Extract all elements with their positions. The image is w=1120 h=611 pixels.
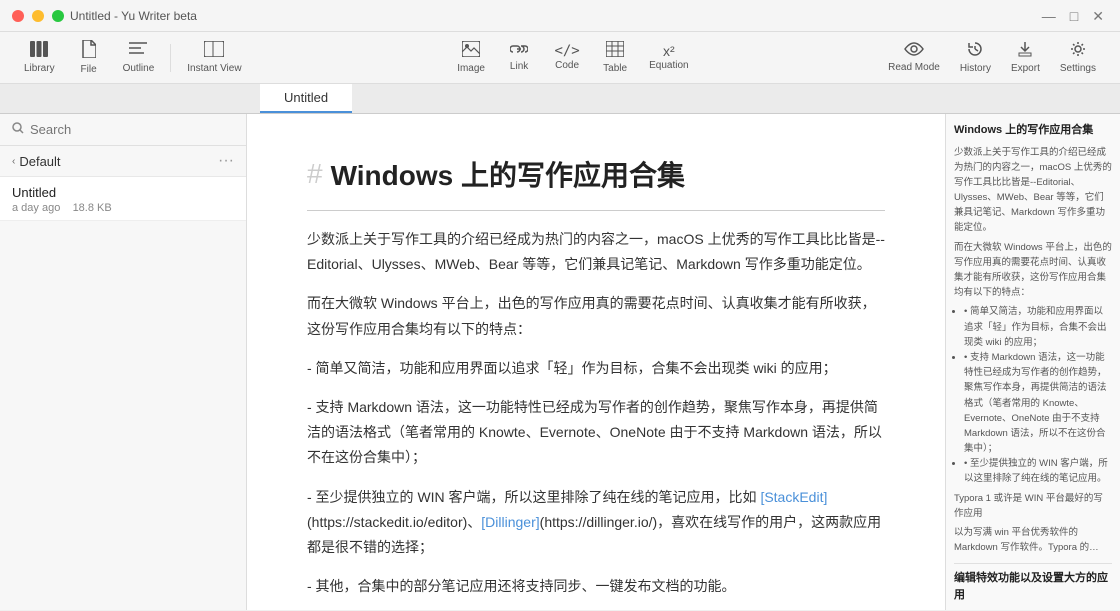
table-label: Table	[603, 63, 627, 74]
image-button[interactable]: Image	[449, 37, 493, 78]
export-label: Export	[1011, 63, 1040, 74]
right-panel-s2-li1: • 官方提供了官方材料，上传到 Excel 表格的功能，上传到 OneNote …	[964, 609, 1112, 610]
minimize-button[interactable]	[32, 10, 44, 22]
image-icon	[462, 41, 480, 61]
file-label: File	[81, 64, 97, 75]
toolbar-right: Read Mode History Export Settings	[880, 37, 1104, 78]
window-controls[interactable]	[12, 10, 64, 22]
right-panel-li2: • 支持 Markdown 语法，这一功能特性已经成为写作者的创作趋势，聚焦写作…	[964, 350, 1112, 456]
toolbar-left: Library File Outline Instant View	[16, 36, 250, 79]
stackedit-link[interactable]: [StackEdit]	[760, 489, 827, 505]
right-panel-list-1: • 简单又简洁，功能和应用界面以追求「轻」作为目标，合集不会出现类 wiki 的…	[954, 304, 1112, 486]
history-label: History	[960, 63, 991, 74]
chevron-icon: ‹	[12, 156, 15, 167]
link-label: Link	[510, 61, 528, 72]
app-title: Untitled - Yu Writer beta	[70, 9, 197, 23]
editor-content: # Windows 上的写作应用合集 少数派上关于写作工具的介绍已经成为热门的内…	[307, 154, 885, 610]
item-date: a day ago	[12, 202, 60, 214]
editor-heading-1: # Windows 上的写作应用合集	[307, 154, 885, 194]
sidebar-folder[interactable]: ‹ Default ···	[0, 146, 246, 177]
instant-view-icon	[204, 41, 224, 61]
search-input[interactable]	[30, 122, 234, 137]
outline-icon	[129, 41, 147, 61]
list-item[interactable]: Untitled a day ago 18.8 KB	[0, 177, 246, 221]
list-item-2: - 支持 Markdown 语法，这一功能特性已经成为写作者的创作趋势，聚焦写作…	[307, 395, 885, 471]
right-panel-p3: Typora 1 或许是 WIN 平台最好的写作应用	[954, 491, 1112, 521]
equation-button[interactable]: x² Equation	[641, 40, 696, 75]
export-icon	[1017, 41, 1033, 61]
right-panel-title: Windows 上的写作应用合集	[954, 122, 1112, 139]
win-minimize[interactable]: —	[1038, 7, 1060, 25]
tab-untitled[interactable]: Untitled	[260, 84, 352, 113]
editor-list: - 简单又简洁，功能和应用界面以追求「轻」作为目标，合集不会出现类 wiki 的…	[307, 356, 885, 600]
maximize-button[interactable]	[52, 10, 64, 22]
right-panel-section2-title: 编辑特效功能以及设置大方的应用	[954, 570, 1112, 603]
toolbar-center: Image Link </> Code Table x² Equation	[266, 37, 881, 78]
settings-label: Settings	[1060, 63, 1096, 74]
right-panel-p1: 少数派上关于写作工具的介绍已经成为热门的内容之一，macOS 上优秀的写作工具比…	[954, 145, 1112, 236]
list-item-4: - 其他，合集中的部分笔记应用还将支持同步、一键发布文档的功能。	[307, 574, 885, 599]
code-label: Code	[555, 60, 579, 71]
library-button[interactable]: Library	[16, 37, 63, 78]
file-button[interactable]: File	[67, 36, 111, 79]
title-bar: Untitled - Yu Writer beta — □ ✕	[0, 0, 1120, 32]
win-controls: — □ ✕	[1038, 7, 1108, 25]
win-maximize[interactable]: □	[1066, 7, 1082, 25]
editor-paragraph-2: 而在大微软 Windows 平台上，出色的写作应用真的需要花点时间、认真收集才能…	[307, 291, 885, 341]
read-mode-icon	[904, 42, 924, 60]
h1-hash: #	[307, 158, 323, 190]
more-icon[interactable]: ···	[218, 152, 234, 170]
toolbar: Library File Outline Instant View	[0, 32, 1120, 84]
link-button[interactable]: Link	[497, 39, 541, 76]
instant-view-button[interactable]: Instant View	[179, 37, 249, 78]
right-panel-li3: • 至少提供独立的 WIN 客户端，所以这里排除了纯在线的笔记应用。	[964, 456, 1112, 486]
export-button[interactable]: Export	[1003, 37, 1048, 78]
equation-label: Equation	[649, 60, 688, 71]
list-item-3: - 至少提供独立的 WIN 客户端，所以这里排除了纯在线的笔记应用，比如 [St…	[307, 485, 885, 561]
library-icon	[30, 41, 48, 61]
right-panel-p4: 以为写满 win 平台优秀软件的 Markdown 写作软件。Typora 的…	[954, 525, 1112, 555]
main-layout: ‹ Default ··· Untitled a day ago 18.8 KB…	[0, 114, 1120, 610]
right-panel-section-2: 编辑特效功能以及设置大方的应用 • 官方提供了官方材料，上传到 Excel 表格…	[954, 563, 1112, 610]
link-icon	[510, 43, 528, 59]
equation-icon: x²	[663, 44, 675, 58]
right-panel: Windows 上的写作应用合集 少数派上关于写作工具的介绍已经成为热门的内容之…	[945, 114, 1120, 610]
table-button[interactable]: Table	[593, 37, 637, 78]
image-label: Image	[457, 63, 485, 74]
close-button[interactable]	[12, 10, 24, 22]
editor-divider	[307, 210, 885, 211]
item-title: Untitled	[12, 185, 234, 200]
h1-text: Windows 上的写作应用合集	[331, 154, 685, 194]
read-mode-label: Read Mode	[888, 62, 940, 73]
right-panel-p2: 而在大微软 Windows 平台上，出色的写作应用真的需要花点时间、认真收集才能…	[954, 240, 1112, 301]
right-panel-list-2: • 官方提供了官方材料，上传到 Excel 表格的功能，上传到 OneNote …	[954, 609, 1112, 610]
sidebar-search-bar[interactable]	[0, 114, 246, 146]
right-panel-li1: • 简单又简洁，功能和应用界面以追求「轻」作为目标，合集不会出现类 wiki 的…	[964, 304, 1112, 350]
table-icon	[606, 41, 624, 61]
tab-bar: Untitled	[0, 84, 1120, 114]
library-label: Library	[24, 63, 55, 74]
sidebar: ‹ Default ··· Untitled a day ago 18.8 KB	[0, 114, 247, 610]
code-icon: </>	[554, 44, 579, 58]
editor-paragraph-1: 少数派上关于写作工具的介绍已经成为热门的内容之一，macOS 上优秀的写作工具比…	[307, 227, 885, 277]
file-icon	[82, 40, 96, 62]
dillinger-link[interactable]: [Dillinger]	[481, 514, 539, 530]
win-close[interactable]: ✕	[1088, 7, 1108, 25]
settings-icon	[1070, 41, 1086, 61]
toolbar-divider-1	[170, 44, 171, 72]
history-icon	[967, 41, 983, 61]
instant-view-label: Instant View	[187, 63, 241, 74]
folder-name: Default	[19, 154, 60, 169]
settings-button[interactable]: Settings	[1052, 37, 1104, 78]
list-item-1: - 简单又简洁，功能和应用界面以追求「轻」作为目标，合集不会出现类 wiki 的…	[307, 356, 885, 381]
code-button[interactable]: </> Code	[545, 40, 589, 75]
search-icon	[12, 122, 24, 137]
outline-label: Outline	[123, 63, 155, 74]
history-button[interactable]: History	[952, 37, 999, 78]
editor-area[interactable]: # Windows 上的写作应用合集 少数派上关于写作工具的介绍已经成为热门的内…	[247, 114, 945, 610]
read-mode-button[interactable]: Read Mode	[880, 38, 948, 77]
item-size: 18.8 KB	[73, 202, 112, 214]
item-meta: a day ago 18.8 KB	[12, 202, 234, 214]
outline-button[interactable]: Outline	[115, 37, 163, 78]
